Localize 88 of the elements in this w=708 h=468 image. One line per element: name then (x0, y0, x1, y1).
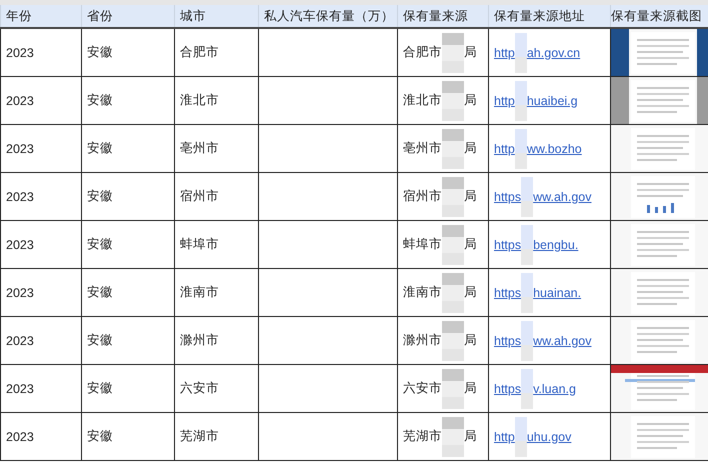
source-text: 局 (464, 332, 477, 349)
mosaic-blur (521, 176, 534, 216)
url-link[interactable]: huainan. (533, 286, 582, 300)
province-cell: 安徽 (87, 189, 113, 203)
mosaic-blur (521, 272, 534, 312)
column-header: 保有量来源截图 (610, 5, 708, 28)
mosaic-blur (514, 80, 527, 120)
province-cell: 安徽 (87, 285, 113, 299)
mosaic-blur (442, 128, 464, 168)
url-link[interactable]: huaibei.g (526, 94, 578, 108)
mosaic-blur (442, 416, 464, 456)
city-cell: 淮北市 (180, 93, 219, 107)
url-link[interactable]: http (494, 46, 515, 60)
source-text: 局 (464, 428, 477, 445)
source-text: 局 (464, 188, 477, 205)
province-cell: 安徽 (87, 429, 113, 443)
url-link[interactable]: ww.bozho (526, 142, 582, 156)
year-cell: 2023 (6, 238, 34, 252)
column-header: 私人汽车保有量（万） (258, 5, 398, 28)
city-cell: 芜湖市 (180, 429, 219, 443)
mosaic-blur (442, 272, 464, 312)
url-link[interactable]: https (494, 334, 522, 348)
url-link[interactable]: http (494, 142, 515, 156)
mosaic-blur (514, 128, 527, 168)
url-link[interactable]: http (494, 430, 515, 444)
province-cell: 安徽 (87, 237, 113, 251)
city-cell: 合肥市 (180, 45, 219, 59)
source-text: 合肥市 (403, 44, 442, 61)
mosaic-blur (442, 176, 464, 216)
mosaic-blur (442, 32, 464, 72)
mosaic-blur (521, 320, 534, 360)
mosaic-blur (442, 320, 464, 360)
mosaic-blur (514, 416, 527, 456)
province-cell: 安徽 (87, 141, 113, 155)
mosaic-blur (521, 224, 534, 264)
source-text: 淮南市 (403, 284, 442, 301)
source-text: 亳州市 (403, 140, 442, 157)
source-text: 局 (464, 140, 477, 157)
source-text: 六安市 (403, 380, 442, 397)
province-cell: 安徽 (87, 333, 113, 347)
url-link[interactable]: v.luan.g (533, 382, 576, 396)
year-cell: 2023 (6, 46, 34, 60)
url-link[interactable]: https (494, 286, 522, 300)
column-header: 保有量来源 (398, 5, 488, 28)
mosaic-blur (442, 224, 464, 264)
source-text: 局 (464, 284, 477, 301)
source-text: 局 (464, 236, 477, 253)
url-link[interactable]: http (494, 94, 515, 108)
mosaic-blur (442, 80, 464, 120)
source-text: 局 (464, 380, 477, 397)
column-header: 省份 (82, 5, 174, 28)
year-cell: 2023 (6, 286, 34, 300)
city-cell: 亳州市 (180, 141, 219, 155)
url-link[interactable]: https (494, 190, 522, 204)
url-link[interactable]: ww.ah.gov (533, 190, 592, 204)
url-link[interactable]: https (494, 382, 522, 396)
city-cell: 宿州市 (180, 189, 219, 203)
mosaic-blur (521, 368, 534, 408)
year-cell: 2023 (6, 190, 34, 204)
url-link[interactable]: ah.gov.cn (526, 46, 580, 60)
province-cell: 安徽 (87, 93, 113, 107)
mosaic-blur (442, 368, 464, 408)
column-header: 年份 (0, 5, 82, 28)
year-cell: 2023 (6, 94, 34, 108)
source-text: 淮北市 (403, 92, 442, 109)
source-text: 局 (464, 44, 477, 61)
url-link[interactable]: bengbu. (533, 238, 578, 252)
url-link[interactable]: https (494, 238, 522, 252)
url-link[interactable]: ww.ah.gov (533, 334, 592, 348)
source-text: 宿州市 (403, 188, 442, 205)
year-cell: 2023 (6, 430, 34, 444)
year-cell: 2023 (6, 334, 34, 348)
mosaic-blur (514, 32, 527, 72)
url-link[interactable]: uhu.gov (526, 430, 572, 444)
year-cell: 2023 (6, 142, 34, 156)
city-cell: 滁州市 (180, 333, 219, 347)
source-text: 局 (464, 92, 477, 109)
source-text: 滁州市 (403, 332, 442, 349)
year-cell: 2023 (6, 382, 34, 396)
city-cell: 淮南市 (180, 285, 219, 299)
source-text: 蚌埠市 (403, 236, 442, 253)
column-header: 城市 (174, 5, 258, 28)
source-text: 芜湖市 (403, 428, 442, 445)
city-cell: 蚌埠市 (180, 237, 219, 251)
province-cell: 安徽 (87, 381, 113, 395)
column-header: 保有量来源地址 (488, 5, 610, 28)
province-cell: 安徽 (87, 45, 113, 59)
city-cell: 六安市 (180, 381, 219, 395)
